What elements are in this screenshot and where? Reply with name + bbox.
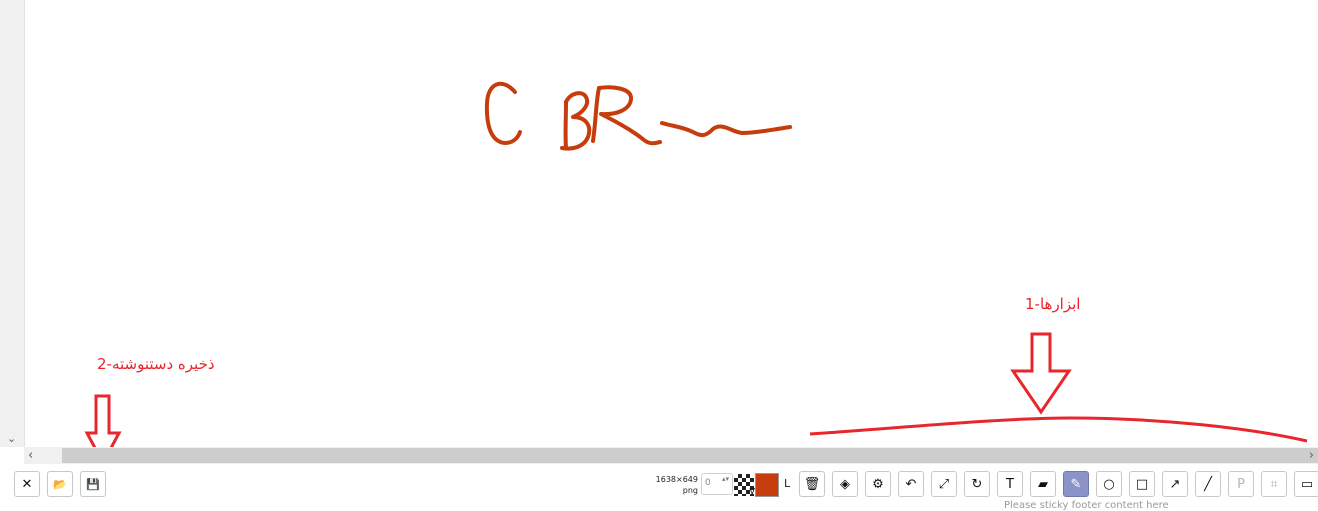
- save-annotation-label: 2-ذخیره دستنوشته: [97, 355, 215, 373]
- arrow-icon: ↗: [1169, 476, 1181, 492]
- image-format: png: [682, 486, 698, 495]
- footer-text: Please sticky footer content here: [1004, 500, 1169, 511]
- pointer-tool-button[interactable]: P: [1228, 471, 1254, 497]
- handwritten-cbr-stroke: [484, 81, 792, 151]
- eraser-tool-button[interactable]: ▰: [1030, 471, 1056, 497]
- crop-icon: ⌗: [1270, 476, 1278, 492]
- stepper-arrows-icon[interactable]: ▴▾: [722, 475, 729, 484]
- rectangle-tool-button[interactable]: □: [1129, 471, 1155, 497]
- save-button[interactable]: 💾: [80, 471, 106, 497]
- eraser-icon: ▰: [1038, 476, 1048, 492]
- tools-annotation-label: ابزارها-1: [1025, 295, 1081, 313]
- fill-button[interactable]: ◈: [832, 471, 858, 497]
- image-dimensions: 1638×649: [655, 475, 698, 484]
- text-icon: T: [1006, 476, 1014, 492]
- trash-icon: 🗑: [803, 476, 821, 492]
- settings-button[interactable]: ⚙: [865, 471, 891, 497]
- image-size-info: 1638×649 png: [640, 474, 698, 496]
- ellipse-tool-button[interactable]: ○: [1096, 471, 1122, 497]
- close-button[interactable]: ✕: [14, 471, 40, 497]
- bottom-toolbar: ✕ 📂 💾 1638×649 png 0 ▴▾ V L 🗑 ◈ ⚙ ↶ ⤢ ↻ T ▰ ✎ ○ □ ↗…: [0, 464, 1318, 511]
- gear-icon: ⚙: [872, 476, 884, 492]
- redo-icon: ↻: [971, 476, 983, 492]
- horizontal-scrollbar[interactable]: ‹ ›: [24, 447, 1318, 464]
- drawing-layer: [84, 81, 1308, 464]
- close-icon: ✕: [21, 476, 33, 492]
- select-icon: ▭: [1300, 476, 1314, 492]
- annotation-marks: [84, 332, 1308, 464]
- floppy-disk-icon: 💾: [86, 477, 100, 491]
- open-button[interactable]: 📂: [47, 471, 73, 497]
- folder-open-icon: 📂: [53, 477, 67, 491]
- brush-tool-button[interactable]: ✎: [1063, 471, 1089, 497]
- delete-button[interactable]: 🗑: [799, 471, 825, 497]
- line-icon: ╱: [1204, 476, 1212, 492]
- line-width-stepper[interactable]: 0 ▴▾: [701, 473, 733, 495]
- line-width-value: 0: [705, 478, 711, 488]
- resize-icon: ⤢: [938, 476, 950, 492]
- arrow-tool-button[interactable]: ↗: [1162, 471, 1188, 497]
- redo-button[interactable]: ↻: [964, 471, 990, 497]
- undo-icon: ↶: [905, 476, 917, 492]
- crop-tool-button[interactable]: ⌗: [1261, 471, 1287, 497]
- layer-label: L: [784, 477, 791, 490]
- circle-icon: ○: [1103, 476, 1115, 492]
- line-tool-button[interactable]: ╱: [1195, 471, 1221, 497]
- scroll-right-icon[interactable]: ›: [1309, 447, 1314, 464]
- color-picker-swatch[interactable]: [755, 473, 779, 497]
- select-tool-button[interactable]: ▭: [1294, 471, 1318, 497]
- square-icon: □: [1135, 476, 1149, 492]
- transparency-toggle[interactable]: V: [734, 474, 755, 496]
- scrollbar-thumb[interactable]: [62, 448, 1318, 463]
- scroll-left-icon[interactable]: ‹: [28, 447, 33, 464]
- text-tool-button[interactable]: T: [997, 471, 1023, 497]
- pointer-icon: P: [1237, 476, 1245, 492]
- resize-button[interactable]: ⤢: [931, 471, 957, 497]
- undo-button[interactable]: ↶: [898, 471, 924, 497]
- paint-bucket-icon: ◈: [840, 476, 850, 492]
- brush-icon: ✎: [1070, 476, 1082, 492]
